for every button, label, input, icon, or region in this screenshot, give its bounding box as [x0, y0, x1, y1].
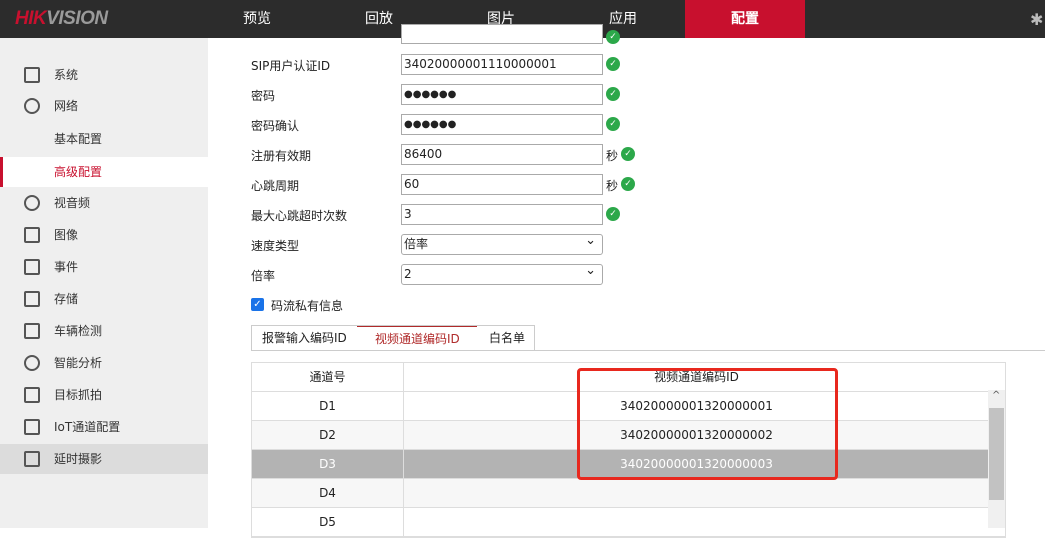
nav-preview[interactable]: 预览 — [197, 0, 317, 38]
sidebar-item-basic-config[interactable]: 基本配置 — [0, 124, 208, 154]
sidebar-item-image[interactable]: 图像 — [0, 220, 208, 250]
microphone-icon — [24, 195, 40, 211]
capture-icon — [24, 387, 40, 403]
valid-check-icon: ✓ — [606, 30, 620, 44]
valid-check-icon: ✓ — [606, 207, 620, 221]
tab-alarm-input-id[interactable]: 报警输入编码ID — [262, 326, 347, 351]
image-icon — [24, 227, 40, 243]
heartbeat-label: 心跳周期 — [251, 179, 300, 193]
max-timeout-input[interactable]: 3 — [401, 204, 603, 225]
valid-check-icon: ✓ — [621, 177, 635, 191]
table-row[interactable]: D4 — [252, 479, 1005, 508]
sip-auth-input[interactable]: 34020000001110000001 — [401, 54, 603, 75]
plugin-icon[interactable]: ✱ — [1030, 10, 1043, 29]
sidebar-item-video-audio[interactable]: 视音频 — [0, 188, 208, 218]
heartbeat-input[interactable]: 60 — [401, 174, 603, 195]
sidebar: 系统 网络 基本配置 高级配置 视音频 图像 事件 存储 车辆检测 智能分析 目… — [0, 38, 208, 528]
calendar-icon — [24, 259, 40, 275]
sidebar-item-storage[interactable]: 存储 — [0, 284, 208, 314]
sidebar-item-timelapse[interactable]: 延时摄影 — [0, 444, 208, 474]
sidebar-item-vehicle-detection[interactable]: 车辆检测 — [0, 316, 208, 346]
scroll-up-icon[interactable]: ^ — [992, 390, 1000, 401]
table-scrollbar[interactable]: ^ — [988, 390, 1005, 528]
iot-icon — [24, 419, 40, 435]
tab-bar: 报警输入编码ID 视频通道编码ID 白名单 — [251, 325, 535, 351]
sidebar-item-smart-analysis[interactable]: 智能分析 — [0, 348, 208, 378]
private-info-checkbox[interactable]: ✓ — [251, 298, 264, 311]
seconds-unit: 秒 — [606, 149, 619, 163]
valid-check-icon: ✓ — [606, 57, 620, 71]
analysis-icon — [24, 355, 40, 371]
sidebar-item-target-capture[interactable]: 目标抓拍 — [0, 380, 208, 410]
globe-icon — [24, 98, 40, 114]
nav-configuration[interactable]: 配置 — [685, 0, 805, 38]
password-input[interactable]: ●●●●●● — [401, 84, 603, 105]
valid-check-icon: ✓ — [606, 117, 620, 131]
password-confirm-input[interactable]: ●●●●●● — [401, 114, 603, 135]
password-label: 密码 — [251, 89, 276, 103]
table-row[interactable]: D5 — [252, 508, 1005, 537]
sidebar-item-system[interactable]: 系统 — [0, 60, 208, 90]
seconds-unit: 秒 — [606, 179, 619, 193]
tab-video-channel-id[interactable]: 视频通道编码ID — [357, 326, 477, 351]
password-confirm-label: 密码确认 — [251, 119, 300, 133]
speed-type-select[interactable]: 倍率 — [401, 231, 603, 255]
storage-icon — [24, 291, 40, 307]
cut-off-input[interactable] — [401, 24, 603, 44]
timelapse-icon — [24, 451, 40, 467]
rate-select[interactable]: 2 — [401, 261, 603, 285]
window-icon — [24, 67, 40, 83]
speed-type-label: 速度类型 — [251, 239, 300, 253]
sidebar-item-network[interactable]: 网络 — [0, 91, 208, 121]
valid-check-icon: ✓ — [606, 87, 620, 101]
reg-expire-input[interactable]: 86400 — [401, 144, 603, 165]
sidebar-item-advanced-config[interactable]: 高级配置 — [0, 157, 208, 187]
scrollbar-thumb[interactable] — [989, 408, 1004, 500]
sidebar-item-iot-channel[interactable]: IoT通道配置 — [0, 412, 208, 442]
divider — [251, 350, 1045, 351]
rate-label: 倍率 — [251, 269, 276, 283]
private-info-label: 码流私有信息 — [271, 299, 344, 313]
vehicle-icon — [24, 323, 40, 339]
hikvision-logo: HIKVISION — [15, 8, 108, 29]
sidebar-item-event[interactable]: 事件 — [0, 252, 208, 282]
tab-whitelist[interactable]: 白名单 — [489, 326, 525, 351]
valid-check-icon: ✓ — [621, 147, 635, 161]
sip-auth-label: SIP用户认证ID — [251, 59, 331, 73]
max-timeout-label: 最大心跳超时次数 — [251, 209, 348, 223]
highlight-annotation-box — [577, 368, 838, 480]
reg-expire-label: 注册有效期 — [251, 149, 312, 163]
